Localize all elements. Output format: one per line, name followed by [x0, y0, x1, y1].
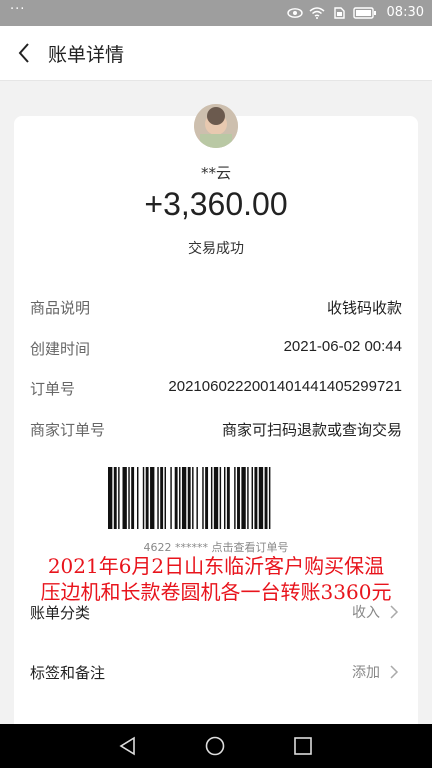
- barcode-bar: [258, 467, 264, 529]
- barcode-bar: [268, 467, 271, 529]
- detail-row-product: 商品说明 收钱码收款: [30, 297, 402, 321]
- nav-recent-icon[interactable]: [292, 736, 314, 756]
- barcode-bar: [237, 467, 240, 529]
- sim-icon: [333, 6, 345, 19]
- barcode-bar: [226, 467, 230, 529]
- detail-label: 商家订单号: [30, 421, 106, 439]
- barcode-bar: [122, 467, 127, 529]
- barcode-bar: [196, 467, 198, 529]
- barcode-bar: [251, 467, 253, 529]
- option-label: 标签和备注: [30, 664, 106, 682]
- detail-row-merchant-order: 商家订单号 商家可扫码退款或查询交易: [30, 419, 402, 443]
- notification-dots: ···: [10, 2, 26, 17]
- status-bar: ··· 08:30: [0, 0, 432, 26]
- detail-label: 商品说明: [30, 299, 91, 317]
- avatar: [194, 104, 238, 148]
- barcode-bar: [113, 467, 117, 529]
- tags-notes-row[interactable]: 标签和备注 添加: [30, 660, 402, 688]
- battery-icon: [352, 6, 376, 19]
- barcode-bar: [160, 467, 164, 529]
- order-barcode[interactable]: [108, 467, 324, 529]
- chevron-right-icon: [390, 665, 399, 679]
- transaction-status: 交易成功: [188, 241, 244, 257]
- barcode-bar: [142, 467, 145, 529]
- barcode-bar: [179, 467, 181, 529]
- detail-label: 订单号: [30, 380, 76, 398]
- barcode-bar: [145, 467, 149, 529]
- barcode-bar: [157, 467, 159, 529]
- detail-value: 收钱码收款: [326, 299, 402, 317]
- barcode-bar: [234, 467, 236, 529]
- overlay-annotation-line1: 2021年6月2日山东临沂客户购买保温: [47, 554, 385, 578]
- barcode-bar: [224, 467, 226, 529]
- payer-name: **云: [200, 164, 231, 182]
- option-value: 添加: [352, 665, 380, 681]
- detail-label: 创建时间: [30, 340, 91, 358]
- nav-back-icon[interactable]: [117, 736, 139, 756]
- option-value: 收入: [352, 605, 380, 621]
- back-arrow-icon[interactable]: [12, 38, 40, 68]
- barcode-bar: [108, 467, 113, 529]
- barcode-bar: [174, 467, 178, 529]
- barcode-bar: [128, 467, 130, 529]
- barcode-bar: [170, 467, 172, 529]
- barcode-bar: [181, 467, 187, 529]
- bill-detail-card: **云 +3,360.00 交易成功 商品说明 收钱码收款 创建时间 2021-…: [14, 104, 418, 756]
- wifi-icon: [309, 6, 325, 19]
- barcode-bar: [241, 467, 246, 529]
- app-header: 账单详情: [0, 26, 432, 81]
- clock: 08:30: [386, 5, 424, 20]
- barcode-bar: [213, 467, 219, 529]
- barcode-bar: [192, 467, 194, 529]
- barcode-bar: [131, 467, 135, 529]
- barcode-bar: [187, 467, 191, 529]
- barcode-bar: [118, 467, 120, 529]
- overlay-annotation-line2: 压边机和长款卷圆机各一台转账3360元: [40, 580, 392, 604]
- barcode-bar: [219, 467, 222, 529]
- nav-home-icon[interactable]: [204, 736, 226, 756]
- chevron-right-icon: [390, 605, 399, 619]
- page-title: 账单详情: [48, 44, 125, 66]
- barcode-bar: [205, 467, 209, 529]
- barcode-bar: [164, 467, 166, 529]
- transaction-amount: +3,360.00: [144, 186, 288, 222]
- status-icons: 08:30: [286, 5, 424, 20]
- detail-value[interactable]: 2021060222001401441405299721: [168, 378, 402, 395]
- barcode-bar: [264, 467, 268, 529]
- option-label: 账单分类: [30, 604, 91, 622]
- barcode-bar: [137, 467, 139, 529]
- detail-value: 商家可扫码退款或查询交易: [221, 421, 402, 439]
- barcode-bar: [202, 467, 204, 529]
- avatar-photo: [194, 104, 238, 148]
- eye-icon: [286, 7, 303, 18]
- barcode-bar: [150, 467, 155, 529]
- detail-row-created-time: 创建时间 2021-06-02 00:44: [30, 338, 402, 362]
- barcode-bar: [254, 467, 258, 529]
- detail-value: 2021-06-02 00:44: [283, 338, 402, 355]
- system-nav-bar: [0, 724, 432, 768]
- barcode-bar: [247, 467, 249, 529]
- detail-row-order-number: 订单号 2021060222001401441405299721: [30, 378, 402, 402]
- barcode-bar: [210, 467, 213, 529]
